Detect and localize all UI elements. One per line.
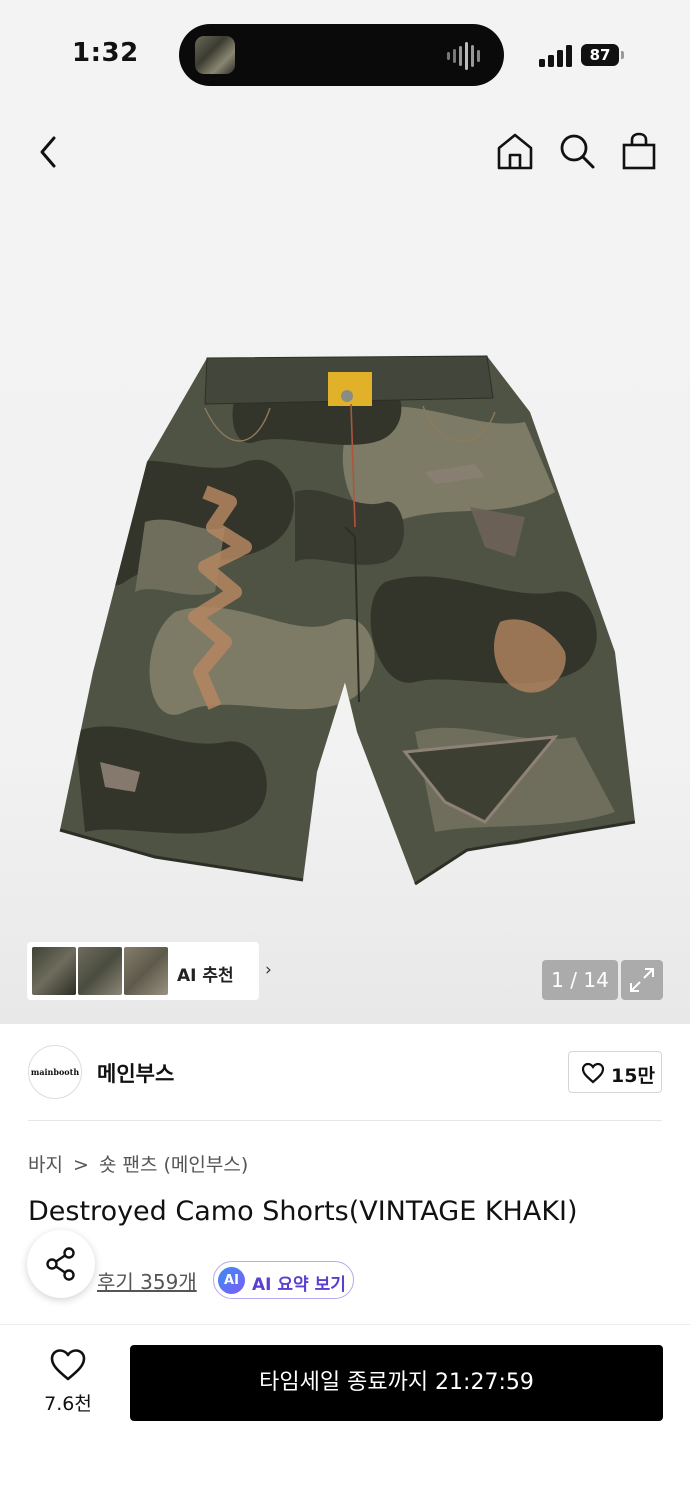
wishlist-heart-icon[interactable] — [49, 1348, 87, 1382]
breadcrumb: 바지 > 숏 팬츠 (메인부스) — [28, 1150, 252, 1177]
breadcrumb-subcategory[interactable]: 숏 팬츠 (메인부스) — [99, 1154, 248, 1176]
search-icon[interactable] — [557, 131, 597, 171]
chevron-right-icon: › — [265, 960, 272, 980]
shopping-bag-icon[interactable] — [619, 131, 659, 171]
share-icon — [46, 1247, 75, 1281]
battery-indicator: 87 — [581, 44, 619, 66]
brand-name[interactable]: 메인부스 — [97, 1058, 174, 1088]
ai-badge-icon: AI — [218, 1267, 245, 1294]
battery-tip — [621, 51, 624, 59]
image-counter: 1 / 14 — [542, 960, 618, 1000]
ai-recommend-label: AI 추천 — [177, 966, 234, 986]
recommend-thumbnail-1[interactable] — [32, 947, 76, 995]
ai-recommend-strip[interactable]: AI 추천 › — [27, 942, 272, 1000]
now-playing-thumbnail — [195, 36, 235, 74]
product-image[interactable] — [55, 352, 640, 887]
ai-summary-button[interactable]: AI AI 요약 보기 — [213, 1261, 354, 1299]
heart-icon — [581, 1062, 605, 1084]
product-title: Destroyed Camo Shorts(VINTAGE KHAKI) — [28, 1196, 578, 1227]
dynamic-island — [179, 24, 504, 86]
expand-button[interactable] — [621, 960, 663, 1000]
wishlist-count: 7.6천 — [44, 1393, 92, 1415]
section-divider — [28, 1120, 662, 1121]
breadcrumb-category[interactable]: 바지 — [28, 1154, 63, 1176]
status-bar: 1:32 87 — [0, 0, 690, 100]
chevron-left-icon[interactable] — [30, 132, 66, 172]
brand-like-button[interactable]: 15만 — [568, 1051, 662, 1093]
audio-wave-icon — [447, 42, 480, 70]
status-time: 1:32 — [72, 38, 139, 68]
home-icon[interactable] — [495, 131, 535, 171]
share-button[interactable] — [27, 1230, 95, 1298]
brand-like-count: 15만 — [611, 1065, 655, 1087]
breadcrumb-separator: > — [73, 1154, 89, 1176]
recommend-thumbnail-3[interactable] — [124, 947, 168, 995]
ai-summary-label: AI 요약 보기 — [252, 1275, 346, 1295]
cellular-signal-icon — [539, 45, 572, 67]
expand-icon — [630, 968, 654, 992]
recommend-thumbnail-2[interactable] — [78, 947, 122, 995]
purchase-button[interactable]: 타임세일 종료까지 21:27:59 — [130, 1345, 663, 1421]
review-link[interactable]: 후기 359개 — [97, 1266, 197, 1295]
bottom-bar-divider — [0, 1324, 690, 1325]
brand-logo[interactable]: mainbooth — [28, 1045, 82, 1099]
